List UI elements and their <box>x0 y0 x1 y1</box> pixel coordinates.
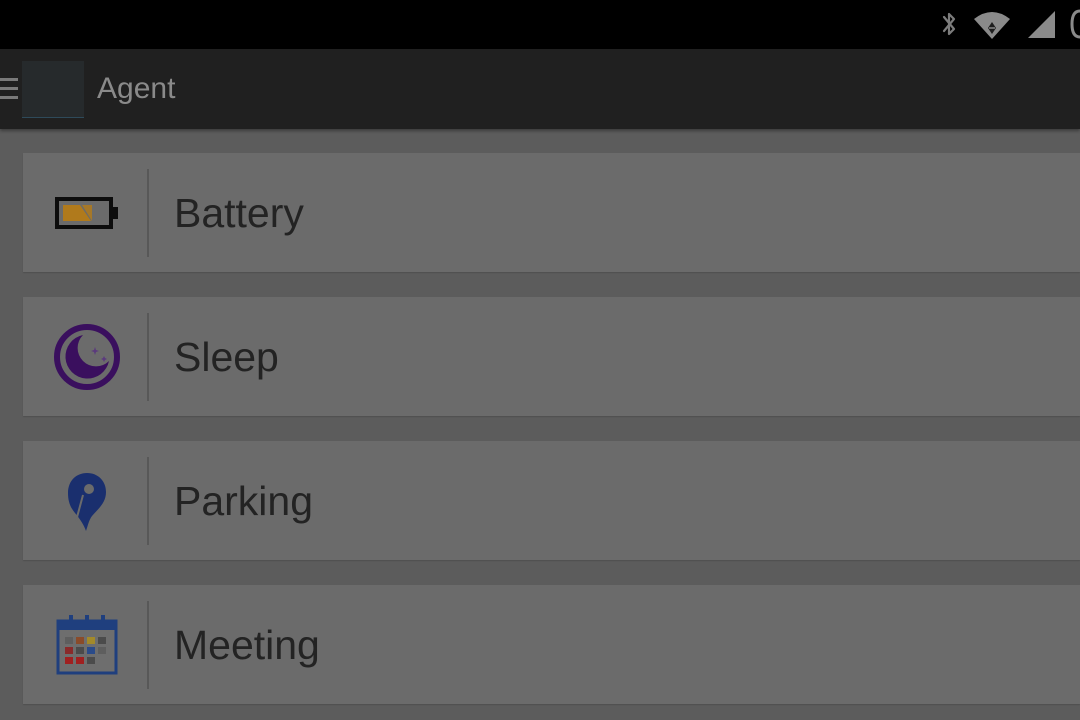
battery-icon <box>1070 9 1080 39</box>
battery-icon <box>47 173 127 253</box>
app-logo[interactable] <box>22 61 84 118</box>
agent-label: Meeting <box>174 622 320 668</box>
drawer-menu-icon[interactable] <box>0 78 20 100</box>
moon-icon <box>47 317 127 397</box>
status-icons <box>926 8 1080 40</box>
card-divider <box>147 457 149 545</box>
agent-label: Parking <box>174 478 314 524</box>
agent-card-parking[interactable]: Parking <box>23 441 1080 560</box>
agent-card-sleep[interactable]: Sleep <box>23 297 1080 416</box>
wifi-icon <box>974 12 1010 39</box>
agent-list: Battery Sleep Parking Meeting <box>0 129 1080 720</box>
card-divider <box>147 313 149 401</box>
card-divider <box>147 601 149 689</box>
map-pin-icon <box>47 461 127 541</box>
page-title: Agent <box>97 72 176 105</box>
status-bar <box>0 0 1080 49</box>
calendar-icon <box>47 605 127 685</box>
agent-card-meeting[interactable]: Meeting <box>23 585 1080 704</box>
agent-label: Sleep <box>174 334 279 380</box>
cell-signal-icon <box>1028 11 1055 38</box>
bluetooth-icon <box>942 12 956 36</box>
card-divider <box>147 169 149 257</box>
agent-label: Battery <box>174 190 304 236</box>
app-bar: Agent <box>0 49 1080 129</box>
agent-card-battery[interactable]: Battery <box>23 153 1080 272</box>
